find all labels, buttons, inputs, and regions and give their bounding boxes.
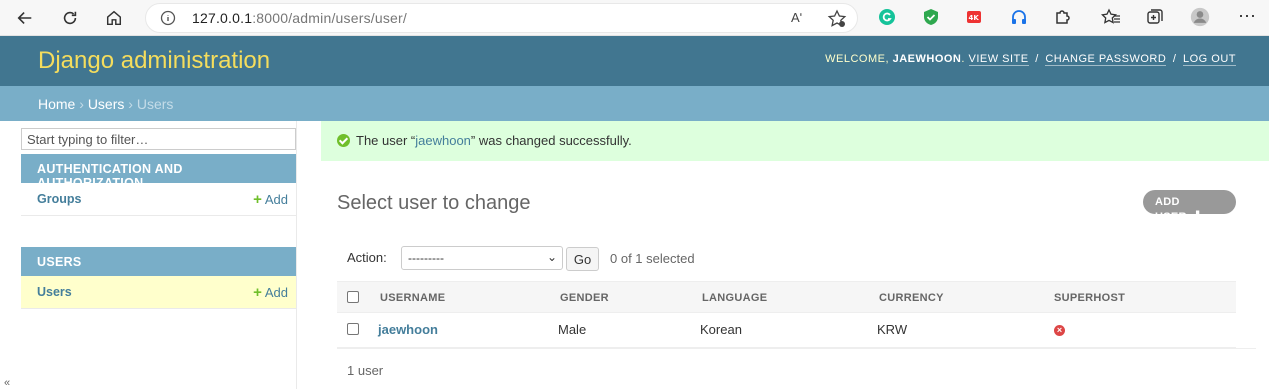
action-select[interactable]: --------- ⌄ <box>401 246 563 270</box>
currency-cell: KRW <box>877 322 908 337</box>
view-site-link[interactable]: VIEW SITE <box>968 53 1029 66</box>
column-header-language[interactable]: LANGUAGE <box>702 292 767 304</box>
changed-user-link[interactable]: jaewhoon <box>415 133 471 148</box>
paginator: 1 user <box>337 348 1256 389</box>
add-group-link[interactable]: + Add <box>253 191 288 208</box>
gender-cell: Male <box>558 322 587 337</box>
chevron-down-icon: ⌄ <box>546 250 557 264</box>
collections-icon[interactable] <box>1145 7 1165 27</box>
plus-icon: ✚ <box>1191 208 1204 224</box>
column-header-username[interactable]: USERNAME <box>380 292 445 304</box>
username-link[interactable]: jaewhoon <box>378 322 438 337</box>
selection-counter: 0 of 1 selected <box>610 251 695 266</box>
nav-filter-input[interactable] <box>21 128 296 150</box>
sidebar-item-label[interactable]: Users <box>37 285 72 299</box>
column-header-superhost[interactable]: SUPERHOST <box>1054 292 1125 304</box>
refresh-icon[interactable] <box>58 6 82 30</box>
extensions-puzzle-icon[interactable] <box>1053 7 1073 27</box>
home-icon[interactable] <box>102 6 126 30</box>
breadcrumb-current: Users <box>136 96 174 112</box>
log-out-link[interactable]: LOG OUT <box>1182 53 1236 66</box>
shield-icon[interactable] <box>921 7 941 27</box>
column-header-gender[interactable]: GENDER <box>560 292 609 304</box>
browser-toolbar: 127.0.0.1:8000/admin/users/user/ Aʹ 4K ⋯ <box>0 0 1269 36</box>
svg-text:4K: 4K <box>969 14 980 22</box>
breadcrumb: Home › Users › Users <box>0 86 1269 121</box>
user-tools: WELCOME, JAEWHOON. VIEW SITE / CHANGE PA… <box>825 53 1236 66</box>
read-aloud-icon[interactable]: Aʹ <box>791 10 802 25</box>
add-plus-icon: + <box>253 191 262 208</box>
favorite-star-icon[interactable] <box>827 9 847 29</box>
sidebar-item-label[interactable]: Groups <box>37 192 81 206</box>
info-icon[interactable] <box>160 10 176 26</box>
table-row: jaewhoon Male Korean KRW × <box>337 313 1236 348</box>
sidebar-item-users: Users + Add <box>21 276 296 309</box>
column-header-currency[interactable]: CURRENCY <box>879 292 944 304</box>
table-header: USERNAME GENDER LANGUAGE CURRENCY SUPERH… <box>337 281 1236 313</box>
action-label: Action: <box>347 250 387 265</box>
language-cell: Korean <box>700 322 742 337</box>
false-icon: × <box>1054 325 1065 336</box>
module-caption-users[interactable]: USERS <box>21 247 296 276</box>
change-password-link[interactable]: CHANGE PASSWORD <box>1045 53 1167 66</box>
go-button[interactable]: Go <box>566 247 599 271</box>
grammarly-icon[interactable] <box>877 7 897 27</box>
site-branding[interactable]: Django administration <box>38 47 270 75</box>
video-4k-icon[interactable]: 4K <box>965 7 985 27</box>
nav-sidebar: AUTHENTICATION AND AUTHORIZATION Groups … <box>0 121 297 389</box>
row-checkbox[interactable] <box>347 323 359 335</box>
breadcrumb-app[interactable]: Users <box>88 96 125 112</box>
profile-avatar-icon[interactable] <box>1190 7 1210 27</box>
sidebar-item-groups: Groups + Add <box>21 183 296 216</box>
favorites-icon[interactable] <box>1101 7 1121 27</box>
collapse-sidebar-icon[interactable]: « <box>4 377 10 389</box>
current-username: JAEWHOON <box>892 53 962 65</box>
headphones-icon[interactable] <box>1009 7 1029 27</box>
add-plus-icon: + <box>253 284 262 301</box>
module-caption-auth[interactable]: AUTHENTICATION AND AUTHORIZATION <box>21 154 296 190</box>
breadcrumb-home[interactable]: Home <box>38 96 75 112</box>
admin-header: Django administration WELCOME, JAEWHOON.… <box>0 36 1269 86</box>
url-text[interactable]: 127.0.0.1:8000/admin/users/user/ <box>192 10 407 26</box>
select-all-checkbox[interactable] <box>347 291 359 303</box>
more-menu-icon[interactable]: ⋯ <box>1237 6 1257 26</box>
back-icon[interactable] <box>13 6 37 30</box>
welcome-text: WELCOME, <box>825 53 890 65</box>
add-user-link[interactable]: + Add <box>253 284 288 301</box>
success-message: The user “jaewhoon” was changed successf… <box>321 121 1269 161</box>
add-user-button[interactable]: ADD USER ✚ <box>1143 190 1236 224</box>
success-check-icon <box>337 134 350 147</box>
address-bar[interactable]: 127.0.0.1:8000/admin/users/user/ Aʹ <box>145 3 858 33</box>
page-title: Select user to change <box>337 192 531 214</box>
